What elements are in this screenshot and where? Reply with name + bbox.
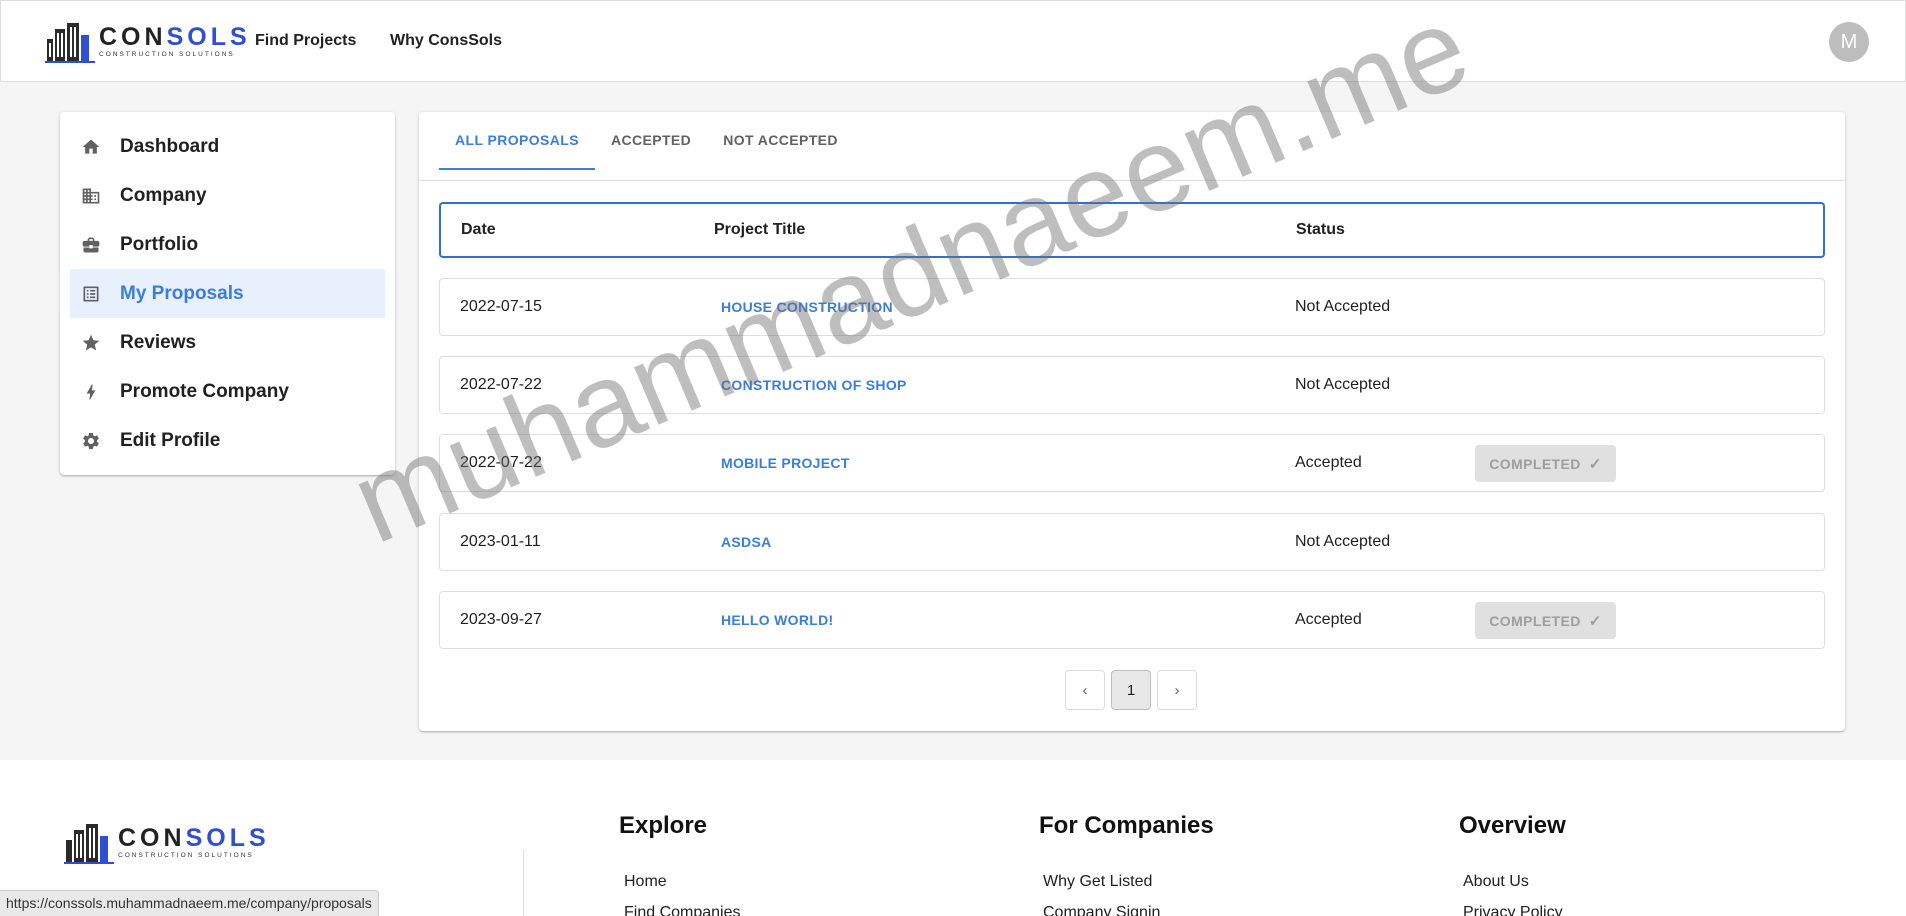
footer-explore-title: Explore <box>619 812 708 839</box>
completed-label: COMPLETED <box>1489 455 1581 472</box>
tabs-divider <box>419 180 1845 181</box>
chevron-right-icon: › <box>1174 681 1180 699</box>
sidebar-item-dashboard[interactable]: Dashboard <box>70 122 385 171</box>
completed-label: COMPLETED <box>1489 612 1581 629</box>
row-date: 2023-01-11 <box>460 533 541 550</box>
proposal-tabs: ALL PROPOSALS ACCEPTED NOT ACCEPTED <box>439 124 854 170</box>
sidebar-item-label: Portfolio <box>120 233 199 255</box>
row-project-title-link[interactable]: CONSTRUCTION OF SHOP <box>721 377 907 393</box>
briefcase-icon <box>80 234 102 256</box>
footer-for-companies-title: For Companies <box>1039 812 1214 839</box>
home-icon <box>80 136 102 158</box>
user-avatar[interactable]: M <box>1829 22 1869 62</box>
check-icon: ✓ <box>1588 612 1602 630</box>
footer-link-why-get-listed[interactable]: Why Get Listed <box>1043 873 1152 891</box>
footer-overview-title: Overview <box>1459 812 1566 839</box>
footer-logo[interactable]: CONSOLS CONSTRUCTION SOLUTIONS <box>64 820 270 864</box>
table-row: 2022-07-22 CONSTRUCTION OF SHOP Not Acce… <box>439 356 1825 414</box>
row-status: Not Accepted <box>1295 533 1391 550</box>
check-icon: ✓ <box>1588 455 1602 473</box>
star-icon <box>80 332 102 354</box>
completed-button[interactable]: COMPLETED ✓ <box>1475 445 1616 482</box>
sidebar: Dashboard Company Portfolio My Proposals… <box>60 112 395 475</box>
table-row: 2023-01-11 ASDSA Not Accepted <box>439 513 1825 571</box>
row-status: Accepted <box>1295 454 1362 471</box>
building-logo-icon <box>45 19 95 63</box>
table-row: 2022-07-15 HOUSE CONSTRUCTION Not Accept… <box>439 278 1825 336</box>
sidebar-item-my-proposals[interactable]: My Proposals <box>70 269 385 318</box>
sidebar-item-label: My Proposals <box>120 282 244 304</box>
sidebar-item-reviews[interactable]: Reviews <box>70 318 385 367</box>
proposals-panel: ALL PROPOSALS ACCEPTED NOT ACCEPTED Date… <box>419 112 1845 731</box>
row-status: Not Accepted <box>1295 298 1391 315</box>
brand-name: CONSOLS <box>118 824 270 852</box>
building-logo-icon <box>64 820 114 864</box>
nav-why-conssols[interactable]: Why ConsSols <box>390 32 502 50</box>
prev-page-button[interactable]: ‹ <box>1065 670 1105 710</box>
building-icon <box>80 185 102 207</box>
sidebar-item-label: Reviews <box>120 331 197 353</box>
bolt-icon <box>80 381 102 403</box>
footer-divider <box>523 850 524 916</box>
footer-link-home[interactable]: Home <box>624 873 667 891</box>
sidebar-item-company[interactable]: Company <box>70 171 385 220</box>
sidebar-item-label: Promote Company <box>120 380 289 402</box>
table-row: 2023-09-27 HELLO WORLD! Accepted COMPLET… <box>439 591 1825 649</box>
sidebar-item-label: Company <box>120 184 207 206</box>
browser-status-url: https://conssols.muhammadnaeem.me/compan… <box>0 890 379 916</box>
row-project-title-link[interactable]: MOBILE PROJECT <box>721 455 850 471</box>
sidebar-item-portfolio[interactable]: Portfolio <box>70 220 385 269</box>
brand-tagline: CONSTRUCTION SOLUTIONS <box>118 852 254 859</box>
brand-tagline: CONSTRUCTION SOLUTIONS <box>99 51 235 58</box>
footer-link-about-us[interactable]: About Us <box>1463 873 1529 891</box>
column-header-project-title: Project Title <box>714 221 806 238</box>
row-date: 2023-09-27 <box>460 611 542 628</box>
completed-button[interactable]: COMPLETED ✓ <box>1475 602 1616 639</box>
row-project-title-link[interactable]: HOUSE CONSTRUCTION <box>721 299 893 315</box>
row-date: 2022-07-22 <box>460 376 542 393</box>
gear-icon <box>80 430 102 452</box>
site-logo[interactable]: CONSOLS CONSTRUCTION SOLUTIONS <box>45 19 251 63</box>
sidebar-item-label: Dashboard <box>120 135 220 157</box>
tab-accepted[interactable]: ACCEPTED <box>595 124 707 170</box>
table-row: 2022-07-22 MOBILE PROJECT Accepted COMPL… <box>439 434 1825 492</box>
sidebar-item-edit-profile[interactable]: Edit Profile <box>70 416 385 465</box>
list-icon <box>80 283 102 305</box>
tab-not-accepted[interactable]: NOT ACCEPTED <box>707 124 854 170</box>
sidebar-item-label: Edit Profile <box>120 429 221 451</box>
nav-find-projects[interactable]: Find Projects <box>255 32 356 50</box>
tab-all-proposals[interactable]: ALL PROPOSALS <box>439 124 595 170</box>
top-header: CONSOLS CONSTRUCTION SOLUTIONS Find Proj… <box>0 0 1906 82</box>
column-header-date: Date <box>461 221 496 238</box>
pagination: ‹ 1 › <box>1065 670 1203 710</box>
sidebar-item-promote-company[interactable]: Promote Company <box>70 367 385 416</box>
brand-name: CONSOLS <box>99 23 251 51</box>
chevron-left-icon: ‹ <box>1082 681 1088 699</box>
row-project-title-link[interactable]: HELLO WORLD! <box>721 612 833 628</box>
page-number-button[interactable]: 1 <box>1111 670 1151 710</box>
footer-link-privacy-policy[interactable]: Privacy Policy <box>1463 904 1563 916</box>
row-status: Not Accepted <box>1295 376 1391 393</box>
footer-link-find-companies[interactable]: Find Companies <box>624 904 741 916</box>
table-header: Date Project Title Status <box>439 202 1825 258</box>
row-project-title-link[interactable]: ASDSA <box>721 534 772 550</box>
row-date: 2022-07-15 <box>460 298 542 315</box>
next-page-button[interactable]: › <box>1157 670 1197 710</box>
row-date: 2022-07-22 <box>460 454 542 471</box>
footer-link-company-signin[interactable]: Company Signin <box>1043 904 1160 916</box>
column-header-status: Status <box>1296 221 1345 238</box>
row-status: Accepted <box>1295 611 1362 628</box>
